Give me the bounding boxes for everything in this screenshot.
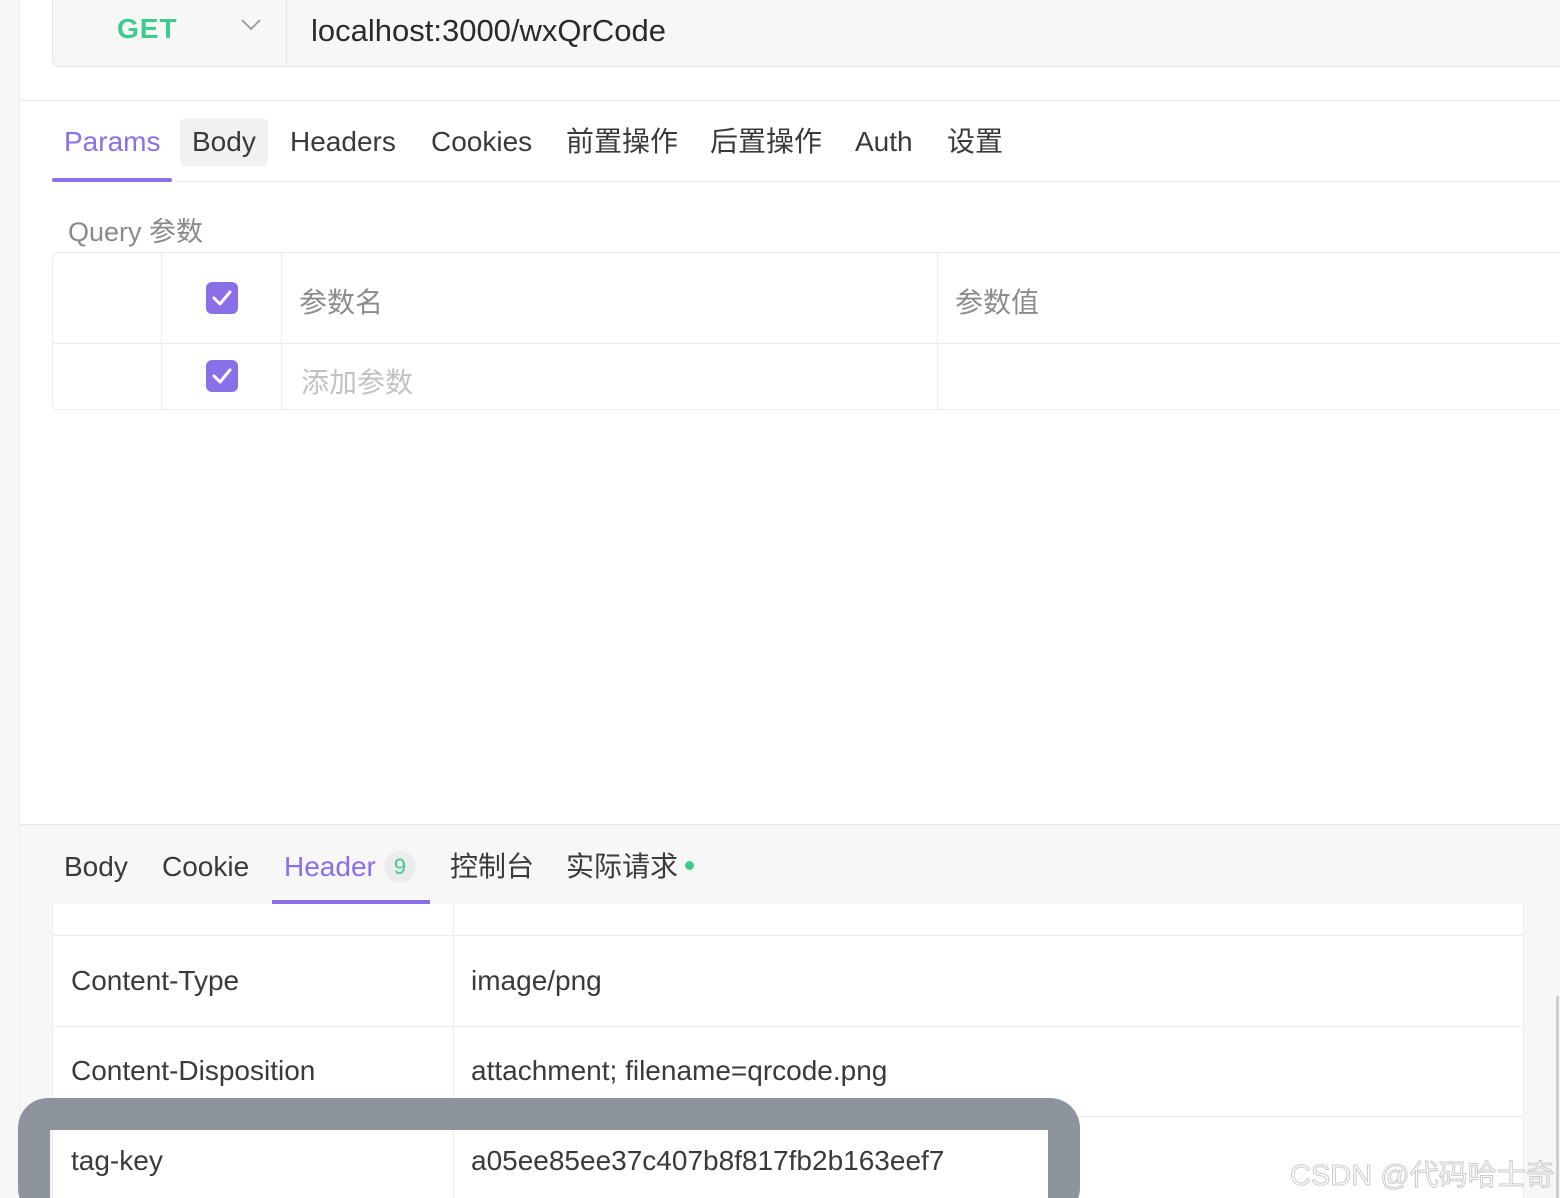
column-divider (161, 253, 162, 409)
url-bar: GET localhost:3000/wxQrCode (52, 0, 1560, 67)
table-row (53, 904, 1523, 936)
check-icon (212, 290, 232, 306)
resp-tab-body[interactable]: Body (64, 847, 128, 887)
resp-tab-actual-request[interactable]: 实际请求 (566, 847, 678, 887)
tab-body[interactable]: Body (180, 118, 268, 166)
resp-tab-console[interactable]: 控制台 (450, 847, 534, 887)
table-row: Content-Type image/png (53, 937, 1523, 1027)
header-value: image/png (471, 965, 602, 996)
row-checkbox[interactable] (206, 360, 238, 392)
method-select[interactable]: GET (53, 0, 287, 66)
header-value: attachment; filename=qrcode.png (471, 1055, 888, 1086)
chevron-down-icon (241, 19, 261, 31)
tab-headers[interactable]: Headers (278, 118, 408, 166)
watermark: CSDN @代码哈士奇 (1290, 1160, 1556, 1193)
param-value-header: 参数值 (955, 287, 1040, 318)
tab-auth[interactable]: Auth (843, 118, 925, 166)
header-count-badge: 9 (383, 851, 416, 883)
tab-cookies[interactable]: Cookies (419, 118, 544, 166)
tab-settings[interactable]: 设置 (935, 118, 1015, 166)
add-param-input[interactable]: 添加参数 (301, 361, 413, 401)
table-row: Content-Disposition attachment; filename… (53, 1027, 1523, 1117)
tab-params[interactable]: Params (52, 118, 172, 166)
active-tab-indicator (52, 178, 172, 182)
row-divider (53, 343, 1560, 344)
header-value: a05ee85ee37c407b8f817fb2b163eef7 (471, 1145, 945, 1176)
method-label: GET (117, 13, 178, 44)
url-input[interactable]: localhost:3000/wxQrCode (311, 13, 666, 49)
resp-tab-header[interactable]: Header 9 (284, 847, 416, 887)
resp-tab-cookie[interactable]: Cookie (162, 847, 249, 887)
tab-post-actions[interactable]: 后置操作 (698, 118, 834, 166)
column-divider (281, 253, 282, 409)
header-key: Content-Disposition (71, 1055, 316, 1086)
query-params-table: 参数名 参数值 添加参数 (52, 252, 1560, 410)
divider (20, 100, 1560, 101)
left-sidebar-strip (0, 0, 20, 1198)
request-tabs: Params Body Headers Cookies 前置操作 后置操作 Au… (52, 110, 1560, 182)
header-key: tag-key (71, 1145, 163, 1176)
resp-tab-header-label: Header (284, 851, 376, 882)
column-divider (937, 253, 938, 409)
query-params-title: Query 参数 (68, 217, 204, 247)
select-all-checkbox[interactable] (206, 282, 238, 314)
column-divider (453, 904, 454, 1198)
param-name-header: 参数名 (299, 287, 384, 318)
scrollbar[interactable] (1556, 996, 1559, 1198)
status-dot-icon (685, 861, 694, 870)
header-key: Content-Type (71, 965, 240, 996)
check-icon (212, 368, 232, 384)
tab-pre-actions[interactable]: 前置操作 (554, 118, 690, 166)
